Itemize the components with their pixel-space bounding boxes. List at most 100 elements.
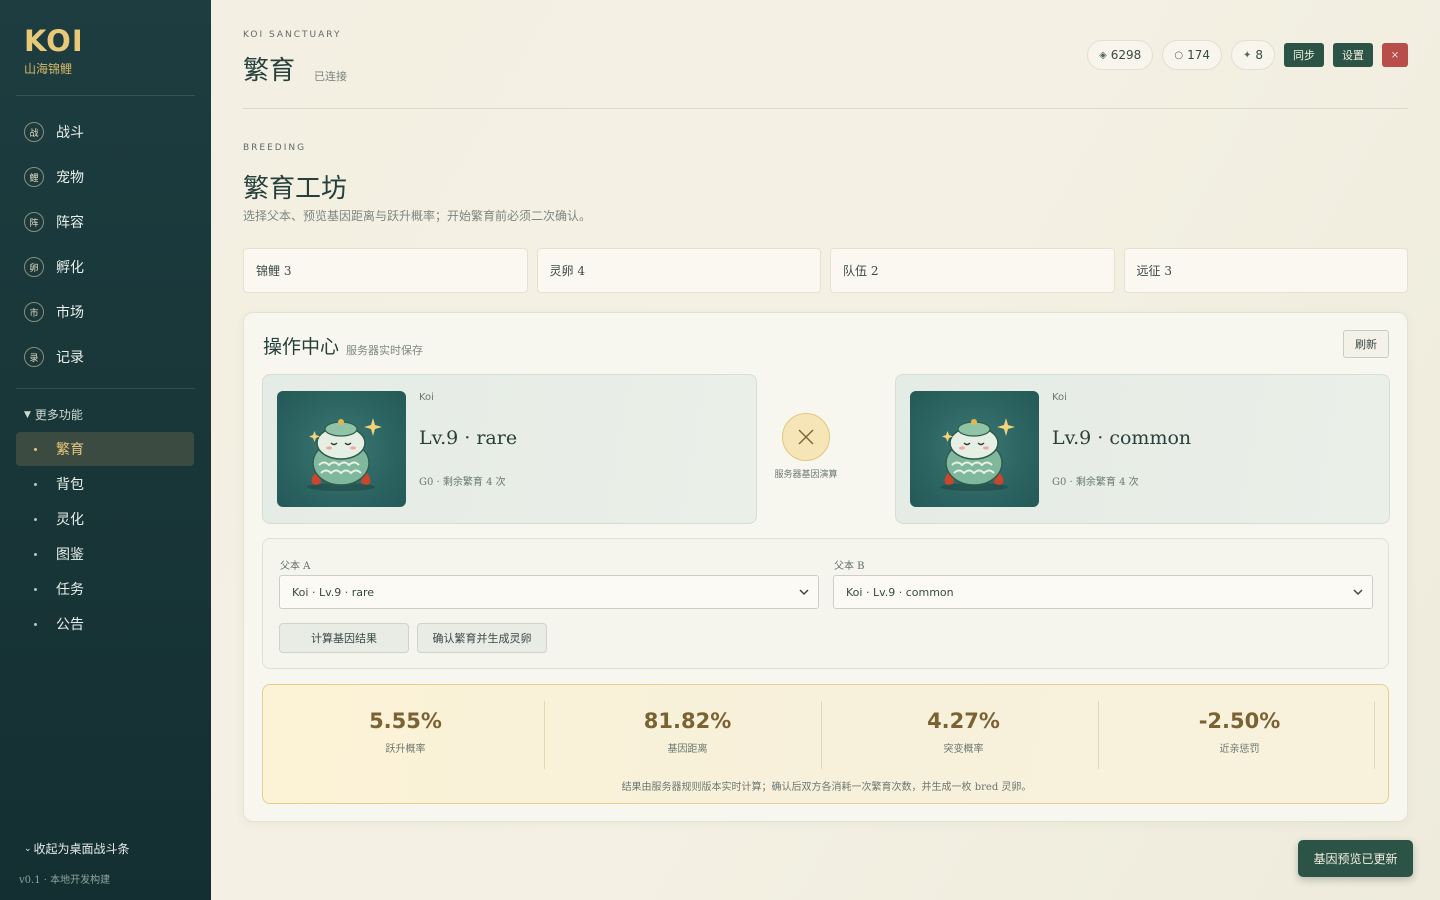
koi-illustration <box>307 418 382 491</box>
refresh-button[interactable]: 刷新 <box>1343 330 1389 358</box>
sidebar-item-label: 公告 <box>56 617 84 633</box>
more-features-label: 更多功能 <box>34 408 83 422</box>
parent-a-label: 父本 A <box>280 561 311 572</box>
battle-icon: 战 <box>24 122 44 142</box>
sidebar-item-label: 繁育 <box>56 442 84 458</box>
sidebar-item-lineup[interactable]: 阵 阵容 <box>16 204 194 240</box>
section-description: 选择父本、预览基因距离与跃升概率；开始繁育前必须二次确认。 <box>243 209 592 223</box>
metric-inbreeding-penalty: -2.50% 近亲惩罚 <box>1101 701 1378 769</box>
page-title: 繁育 <box>243 56 296 86</box>
sidebar-item-hatch[interactable]: 卵 孵化 <box>16 249 194 285</box>
parent-b-label: 父本 B <box>834 561 865 572</box>
metric-gene-distance: 81.82% 基因距离 <box>549 701 826 769</box>
koi-illustration <box>940 418 1015 491</box>
breeding-results: 5.55% 跃升概率 81.82% 基因距离 4.27% 突变概率 -2.50%… <box>262 684 1389 804</box>
collapse-to-battle-bar-link[interactable]: ⌄ 收起为桌面战斗条 <box>24 840 130 857</box>
connection-status: 已连接 <box>314 70 347 83</box>
brand-subtitle: 山海锦鲤 <box>24 62 73 76</box>
parent-a-selected-value: Koi · Lv.9 · rare <box>292 585 375 599</box>
parent-meta: G0 · 剩余繁育 4 次 <box>419 477 506 488</box>
metric-value: -2.50% <box>1198 709 1281 733</box>
stat-team-count: 队伍 2 <box>830 248 1115 293</box>
settings-button[interactable]: 设置 <box>1333 43 1373 67</box>
section-kicker: BREEDING <box>243 143 307 153</box>
metric-label: 近亲惩罚 <box>1219 744 1260 755</box>
collapse-label: 收起为桌面战斗条 <box>33 842 130 856</box>
parent-a-card[interactable]: Koi Lv.9 · rare G0 · 剩余繁育 4 次 <box>262 374 757 524</box>
parent-b-select[interactable]: Koi · Lv.9 · common <box>833 575 1373 609</box>
header-kicker: KOI SANCTUARY <box>243 30 342 40</box>
sidebar-divider <box>16 95 195 96</box>
bullet-icon <box>34 587 37 591</box>
sidebar-item-label: 灵化 <box>56 512 84 528</box>
sidebar-item-label: 背包 <box>56 477 84 493</box>
currency-value: 8 <box>1255 48 1263 62</box>
metric-divider <box>1098 701 1099 769</box>
sidebar-item-codex[interactable]: 图鉴 <box>16 537 194 571</box>
cross-indicator: 服务器基因演算 <box>771 413 841 480</box>
operation-panel: 操作中心 服务器实时保存 刷新 Koi Lv.9 · rare G0 · 剩余繁… <box>243 312 1408 822</box>
stat-egg-count: 灵卵 4 <box>536 248 821 293</box>
sidebar-item-label: 任务 <box>56 582 84 598</box>
currency-star: ✦ 8 <box>1230 40 1275 70</box>
metric-value: 81.82% <box>643 709 732 733</box>
bullet-icon <box>34 622 37 626</box>
sync-button[interactable]: 同步 <box>1284 43 1324 67</box>
sidebar-item-pets[interactable]: 鲤 宠物 <box>16 159 194 195</box>
close-button[interactable]: × <box>1382 43 1408 67</box>
sidebar-item-announcements[interactable]: 公告 <box>16 607 194 641</box>
bullet-icon <box>34 517 37 521</box>
calculate-genes-button[interactable]: 计算基因结果 <box>279 623 409 653</box>
confirm-breeding-button[interactable]: 确认繁育并生成灵卵 <box>417 623 547 653</box>
currency-value: 6298 <box>1110 48 1142 62</box>
stat-row: 锦鲤 3 灵卵 4 队伍 2 远征 3 <box>243 248 1408 293</box>
egg-icon: 卵 <box>24 257 44 277</box>
header-divider <box>243 108 1408 109</box>
metric-label: 跃升概率 <box>385 744 426 755</box>
more-features-toggle[interactable]: ▼ 更多功能 <box>24 406 83 423</box>
records-icon: 录 <box>24 347 44 367</box>
sidebar-item-label: 宠物 <box>56 170 84 186</box>
parent-a-select[interactable]: Koi · Lv.9 · rare <box>279 575 819 609</box>
top-actions: ◈ 6298 ○ 174 ✦ 8 同步 设置 × <box>1087 40 1408 70</box>
metric-divider <box>821 701 822 769</box>
parent-level-rarity: Lv.9 · common <box>1052 427 1192 449</box>
sidebar-item-breeding[interactable]: 繁育 <box>16 432 194 466</box>
parent-species: Koi <box>1052 392 1067 403</box>
sidebar-item-quests[interactable]: 任务 <box>16 572 194 606</box>
sidebar-item-backpack[interactable]: 背包 <box>16 467 194 501</box>
metric-value: 4.27% <box>927 709 1000 733</box>
parent-b-card[interactable]: Koi Lv.9 · common G0 · 剩余繁育 4 次 <box>895 374 1390 524</box>
koi-avatar <box>910 391 1039 507</box>
brand-logo: KOI <box>24 24 84 58</box>
pet-icon: 鲤 <box>24 167 44 187</box>
caret-down-icon: ▼ <box>24 409 31 420</box>
sidebar-item-label: 战斗 <box>56 125 84 141</box>
sidebar-item-records[interactable]: 录 记录 <box>16 339 194 375</box>
section-title: 繁育工坊 <box>243 174 348 204</box>
market-icon: 市 <box>24 302 44 322</box>
toast-notification: 基因预览已更新 <box>1298 840 1413 877</box>
chevron-down-icon <box>1353 589 1363 596</box>
panel-title: 操作中心 <box>263 336 340 358</box>
chevron-down-icon <box>799 589 809 596</box>
panel-subtitle: 服务器实时保存 <box>346 344 423 357</box>
currency-diamond: ◈ 6298 <box>1087 40 1154 70</box>
stat-expedition-count: 远征 3 <box>1123 248 1408 293</box>
sidebar-item-market[interactable]: 市 市场 <box>16 294 194 330</box>
parent-selection-form: 父本 A Koi · Lv.9 · rare 父本 B Koi · Lv.9 ·… <box>262 538 1389 669</box>
sidebar-item-label: 记录 <box>56 350 84 366</box>
sidebar-item-label: 孵化 <box>56 260 84 276</box>
parent-b-selected-value: Koi · Lv.9 · common <box>846 585 954 599</box>
metric-divider <box>544 701 545 769</box>
koi-avatar <box>277 391 406 507</box>
cross-button[interactable] <box>782 413 830 461</box>
sidebar-divider <box>16 388 195 389</box>
cross-icon <box>798 429 814 445</box>
metric-divider <box>1374 701 1375 769</box>
sidebar-item-spiritualize[interactable]: 灵化 <box>16 502 194 536</box>
metric-label: 突变概率 <box>943 744 984 755</box>
sidebar-item-battle[interactable]: 战 战斗 <box>16 114 194 150</box>
sidebar-item-label: 阵容 <box>56 215 84 231</box>
brand: KOI 山海锦鲤 <box>24 24 84 77</box>
